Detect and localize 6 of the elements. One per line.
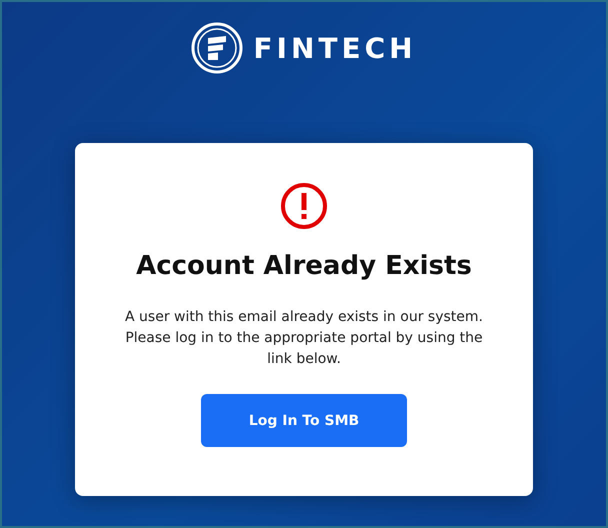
brand-name: FINTECH bbox=[253, 32, 417, 64]
logo-icon bbox=[191, 22, 244, 74]
dialog-title: Account Already Exists bbox=[136, 251, 472, 281]
dialog-message: A user with this email already exists in our system. Please log in to the appropriate portal by using the link below. bbox=[124, 308, 484, 369]
login-button[interactable]: Log In To SMB bbox=[201, 394, 407, 447]
warning-icon bbox=[279, 181, 329, 231]
